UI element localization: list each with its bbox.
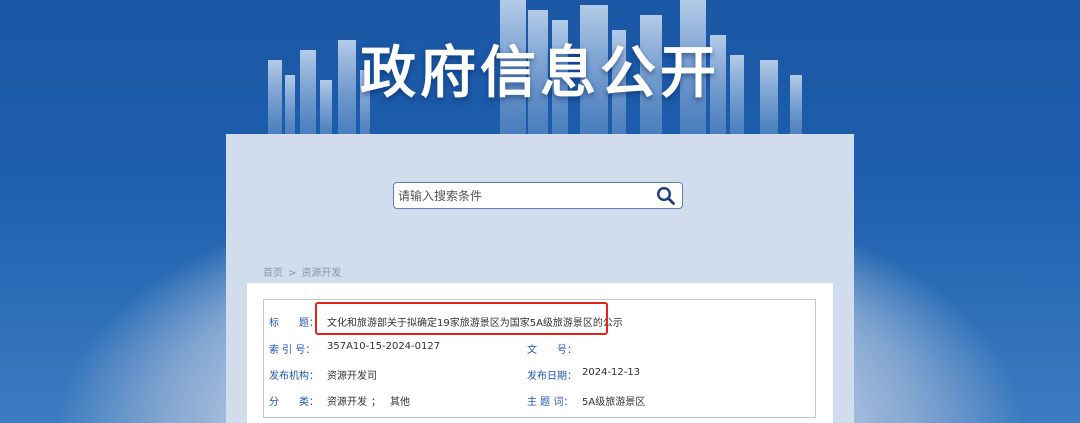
category-label: 分 类： — [269, 397, 319, 408]
index-number-label: 索 引 号： — [269, 345, 316, 356]
search-box — [393, 182, 683, 209]
index-number-value: 357A10-15-2024-0127 — [327, 341, 441, 352]
publisher-value: 资源开发司 — [327, 371, 377, 382]
title-label: 标 题： — [269, 318, 319, 329]
publisher-label: 发布机构： — [269, 371, 319, 382]
publish-date-label: 发布日期： — [527, 371, 577, 382]
breadcrumb-current-link[interactable]: 资源开发 — [301, 264, 341, 279]
breadcrumb: 首页 > 资源开发 — [263, 264, 341, 279]
document-number-label: 文 号： — [527, 345, 577, 356]
site-title: 政府信息公开 — [360, 41, 720, 106]
title-highlight-box — [315, 302, 608, 335]
publish-date-value: 2024-12-13 — [582, 367, 641, 378]
category-value-primary: 资源开发 — [327, 397, 367, 408]
breadcrumb-separator: > — [288, 268, 297, 279]
keywords-label: 主 题 词： — [527, 397, 574, 408]
search-button[interactable] — [656, 186, 676, 206]
keywords-value: 5A级旅游景区 — [582, 397, 646, 408]
breadcrumb-home-link[interactable]: 首页 — [263, 264, 283, 279]
search-input[interactable] — [396, 185, 650, 206]
category-separator: ； — [371, 397, 381, 408]
search-icon — [656, 186, 675, 205]
category-value-secondary: 其他 — [390, 397, 410, 408]
